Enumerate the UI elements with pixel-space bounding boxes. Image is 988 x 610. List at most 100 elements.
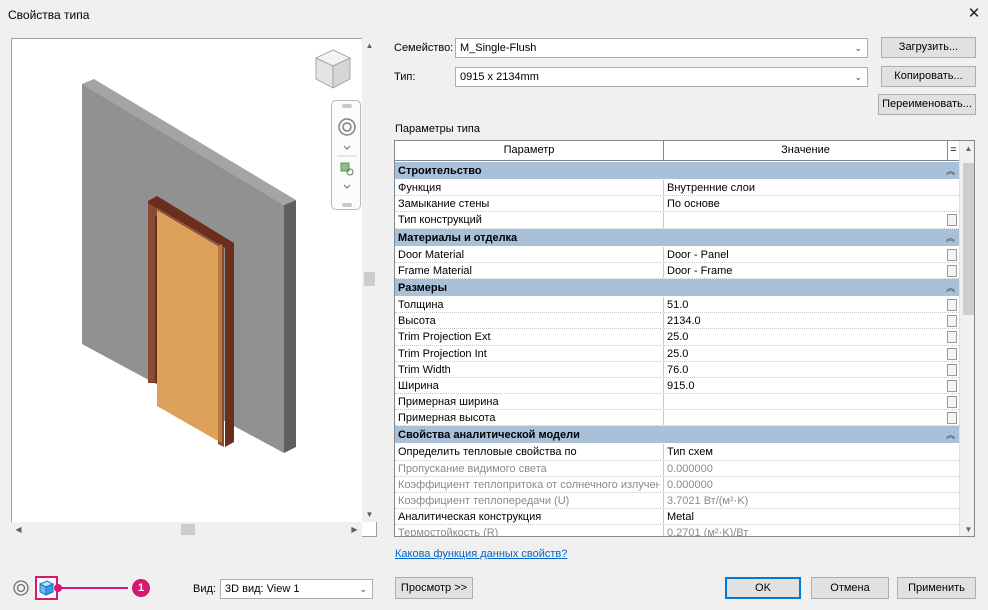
rename-button[interactable]: Переименовать... <box>878 94 976 115</box>
column-separator <box>663 410 664 426</box>
collapse-icon[interactable]: ︽ <box>946 426 955 444</box>
column-separator <box>663 180 664 196</box>
collapse-icon[interactable]: ︽ <box>946 162 955 180</box>
parameter-value[interactable]: 0.000000 <box>667 461 947 477</box>
formula-button[interactable] <box>947 396 957 409</box>
parameter-value[interactable]: Door - Panel <box>667 247 947 263</box>
scroll-down-icon[interactable]: ▼ <box>960 522 974 536</box>
table-row[interactable]: Термостойкость (R) 0.2701 (м²·K)/Вт <box>395 525 959 536</box>
formula-button[interactable] <box>947 379 957 392</box>
table-row[interactable]: Примерная ширина <box>395 394 959 411</box>
column-header-parameter[interactable]: Параметр <box>395 141 664 160</box>
family-combobox[interactable]: M_Single-Flush ⌄ <box>455 38 868 58</box>
type-combobox[interactable]: 0915 x 2134mm ⌄ <box>455 67 868 87</box>
parameter-value[interactable]: 25.0 <box>667 346 947 362</box>
parameter-value[interactable]: 3.7021 Вт/(м²·K) <box>667 493 947 509</box>
grid-body: Строительство ︽ Функция Внутренние слои Замы… <box>395 162 959 536</box>
scroll-thumb[interactable] <box>963 163 974 315</box>
formula-button[interactable] <box>947 264 957 277</box>
type-value: 0915 x 2134mm <box>460 71 539 83</box>
table-row[interactable]: Trim Projection Int 25.0 <box>395 345 959 362</box>
steering-wheel-icon[interactable] <box>332 101 362 211</box>
copy-button[interactable]: Копировать... <box>881 66 976 87</box>
formula-button[interactable] <box>947 298 957 311</box>
steering-wheels-button[interactable] <box>11 578 31 598</box>
column-header-formula[interactable]: = <box>948 141 959 160</box>
scroll-thumb[interactable] <box>364 272 375 286</box>
column-separator <box>663 246 664 262</box>
table-row[interactable]: Замыкание стены По основе <box>395 196 959 213</box>
column-separator <box>663 444 664 460</box>
load-button[interactable]: Загрузить... <box>881 37 976 58</box>
grid-header: Параметр Значение = <box>395 141 959 161</box>
scroll-down-icon[interactable]: ▼ <box>362 507 377 522</box>
scroll-up-icon[interactable]: ▲ <box>362 38 377 53</box>
table-row[interactable]: Trim Projection Ext 25.0 <box>395 329 959 346</box>
table-row[interactable]: Frame Material Door - Frame <box>395 262 959 279</box>
preview-vertical-scrollbar[interactable]: ▲ ▼ <box>362 38 377 522</box>
parameter-value[interactable]: Тип схем <box>667 444 947 460</box>
preview-toggle-button[interactable]: Просмотр >> <box>395 577 473 599</box>
close-button[interactable]: ✕ <box>962 2 986 26</box>
formula-button[interactable] <box>947 315 957 328</box>
grid-group-header[interactable]: Строительство ︽ <box>395 162 959 180</box>
formula-button[interactable] <box>947 331 957 344</box>
table-row[interactable]: Аналитическая конструкция Metal <box>395 509 959 526</box>
table-row[interactable]: Толщина 51.0 <box>395 296 959 314</box>
parameter-value[interactable]: 76.0 <box>667 362 947 378</box>
parameter-value[interactable]: Door - Frame <box>667 263 947 279</box>
formula-button[interactable] <box>947 248 957 261</box>
parameter-value[interactable]: Metal <box>667 509 947 525</box>
formula-button[interactable] <box>947 363 957 376</box>
column-separator <box>663 262 664 278</box>
table-row[interactable]: Коэффициент теплопередачи (U) 3.7021 Вт/(… <box>395 493 959 510</box>
scroll-thumb[interactable] <box>181 524 195 535</box>
scroll-left-icon[interactable]: ◀ <box>11 522 26 537</box>
preview-horizontal-scrollbar[interactable]: ◀ ▶ <box>11 522 362 537</box>
scroll-up-icon[interactable]: ▲ <box>960 141 974 156</box>
parameter-value[interactable]: 915.0 <box>667 378 947 394</box>
table-row[interactable]: Тип конструкций <box>395 212 959 229</box>
parameter-name: Trim Width <box>398 363 451 376</box>
parameter-value[interactable]: 0.000000 <box>667 477 947 493</box>
apply-button[interactable]: Применить <box>897 577 976 599</box>
preview-panel[interactable] <box>11 38 377 537</box>
parameter-value[interactable]: 25.0 <box>667 329 947 345</box>
help-link[interactable]: Какова функция данных свойств? <box>395 548 567 560</box>
navigation-bar[interactable] <box>331 100 361 210</box>
column-header-value[interactable]: Значение <box>664 141 948 160</box>
type-parameters-grid[interactable]: Параметр Значение = Строительство ︽ Функци… <box>394 140 975 537</box>
view-combobox[interactable]: 3D вид: View 1 ⌄ <box>220 579 373 599</box>
parameter-value[interactable]: 51.0 <box>667 297 947 313</box>
table-row[interactable]: Функция Внутренние слои <box>395 180 959 197</box>
parameter-value[interactable]: 0.2701 (м²·K)/Вт <box>667 525 947 536</box>
parameter-name: Тип конструкций <box>398 214 482 227</box>
cancel-button[interactable]: Отмена <box>811 577 889 599</box>
table-row[interactable]: Примерная высота <box>395 410 959 427</box>
parameter-value[interactable]: Внутренние слои <box>667 180 947 196</box>
collapse-icon[interactable]: ︽ <box>946 229 955 247</box>
table-row[interactable]: Высота 2134.0 <box>395 313 959 330</box>
formula-button[interactable] <box>947 214 957 227</box>
table-row[interactable]: Пропускание видимого света 0.000000 <box>395 460 959 477</box>
ok-button[interactable]: OK <box>725 577 801 599</box>
scroll-right-icon[interactable]: ▶ <box>347 522 362 537</box>
parameter-value[interactable]: 2134.0 <box>667 313 947 329</box>
parameter-value[interactable]: По основе <box>667 196 947 212</box>
grid-group-header[interactable]: Материалы и отделка ︽ <box>395 228 959 247</box>
formula-button[interactable] <box>947 347 957 360</box>
table-row[interactable]: Определить тепловые свойства по Тип схем <box>395 444 959 461</box>
formula-button[interactable] <box>947 412 957 425</box>
table-row[interactable]: Door Material Door - Panel <box>395 246 959 263</box>
grid-group-header[interactable]: Размеры ︽ <box>395 278 959 297</box>
column-separator <box>663 345 664 361</box>
table-row[interactable]: Ширина 915.0 <box>395 377 959 395</box>
wall-side-face <box>284 200 296 453</box>
parameter-name: Замыкание стены <box>398 198 490 211</box>
collapse-icon[interactable]: ︽ <box>946 279 955 297</box>
grid-group-header[interactable]: Свойства аналитической модели ︽ <box>395 426 959 445</box>
table-row[interactable]: Trim Width 76.0 <box>395 361 959 378</box>
column-separator <box>663 361 664 377</box>
grid-vertical-scrollbar[interactable]: ▲ ▼ <box>959 141 974 536</box>
table-row[interactable]: Коэффициент теплопритока от солнечного и… <box>395 476 959 493</box>
